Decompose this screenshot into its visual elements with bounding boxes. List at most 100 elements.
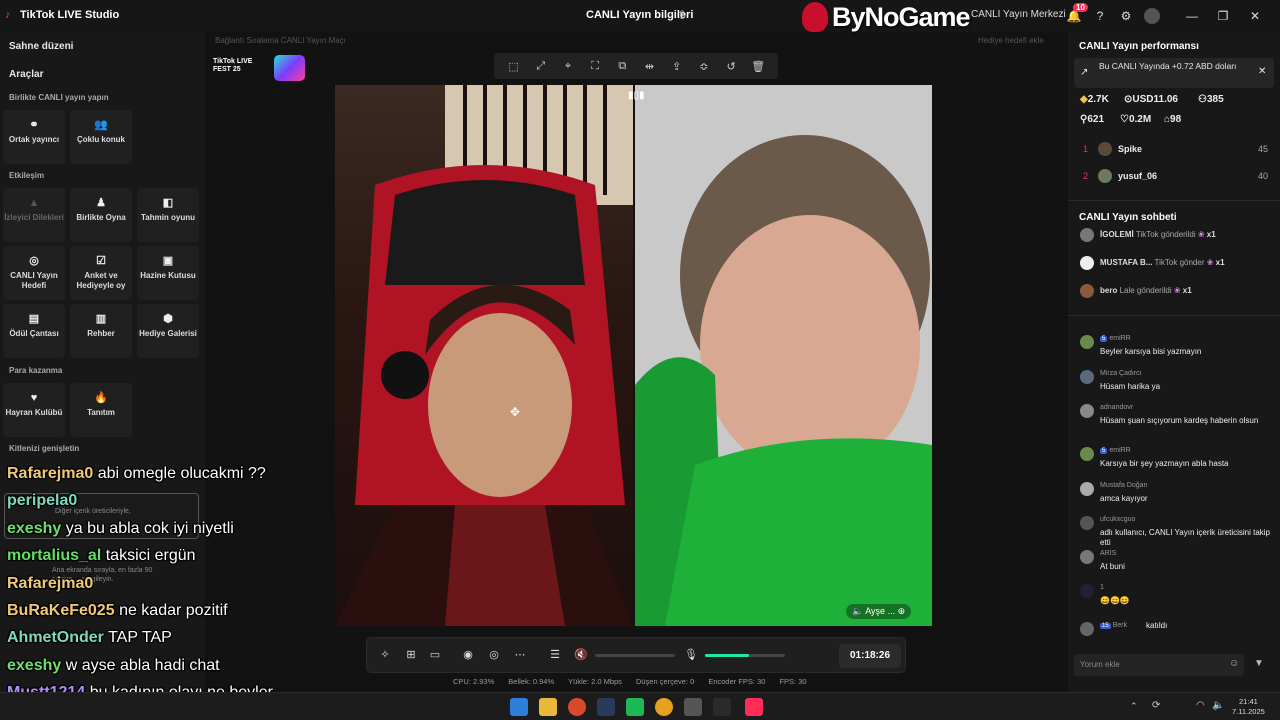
mute-speaker-icon[interactable]: 🔇 (573, 648, 589, 661)
flip-icon[interactable]: ⇹ (642, 60, 658, 73)
close-icon[interactable]: ✕ (1247, 8, 1263, 24)
help-icon[interactable]: ? (1092, 8, 1108, 24)
add-source-icon[interactable]: ⊞ (403, 648, 419, 661)
guest-video[interactable] (635, 85, 932, 626)
app-icon[interactable] (568, 698, 586, 716)
close-icon[interactable]: ✕ (1258, 66, 1266, 77)
clock[interactable]: 21:41 7.11.2025 (1232, 697, 1265, 717)
chat-username[interactable]: 5 emiRR (1100, 335, 1131, 342)
gift-sender[interactable]: İGOLEMİ (1100, 230, 1134, 239)
tile-co-host[interactable]: ⚭ Ortak yayıncı (3, 110, 65, 164)
file-explorer-icon[interactable] (539, 698, 557, 716)
tile-fan-club[interactable]: ♥ Hayran Kulübü (3, 383, 65, 437)
filter-icon[interactable]: ▼ (1254, 658, 1264, 669)
chat-username[interactable]: 1 (1100, 584, 1104, 591)
trash-icon[interactable]: 🗑 (750, 60, 766, 73)
layer-up-icon[interactable]: ⇪ (669, 60, 685, 73)
avatar (1080, 447, 1094, 461)
gift-text: TikTok gönderildi (1135, 230, 1196, 239)
minimize-icon[interactable]: — (1184, 8, 1200, 24)
scene-layout-heading[interactable]: Sahne düzeni (9, 41, 73, 52)
guest-name-label[interactable]: 🔈 Ayşe ... ⊕ (846, 604, 912, 619)
people-icon: 👥 (94, 119, 108, 131)
tile-promote[interactable]: 🔥 Tanıtım (70, 383, 132, 437)
windows-start-icon[interactable] (510, 698, 528, 716)
tile-live-goal[interactable]: ◎ CANLI Yayın Hedefi (3, 246, 65, 300)
effects-icon[interactable]: ✧ (377, 648, 393, 661)
tile-prediction[interactable]: ◧ Tahmin oyunu (137, 188, 199, 242)
rank-1-name[interactable]: Spike (1118, 144, 1142, 154)
rank-2-name[interactable]: yusuf_06 (1118, 171, 1157, 181)
tiktok-live-icon[interactable] (745, 698, 763, 716)
chat-username[interactable]: adnandovr (1100, 404, 1133, 411)
host-video[interactable] (335, 85, 633, 626)
chat-username[interactable]: 5 emiRR (1100, 447, 1131, 454)
tile-reward-bag[interactable]: ▤ Ödül Çantası (3, 304, 65, 358)
tile-guide[interactable]: ▥ Rehber (70, 304, 132, 358)
fit-icon[interactable]: ⤢ (533, 60, 549, 73)
avatar (1080, 404, 1094, 418)
chat-username[interactable]: 15 Berk (1100, 622, 1127, 629)
tile-treasure-box[interactable]: ▣ Hazine Kutusu (137, 246, 199, 300)
app-title: TikTok LIVE Studio (20, 9, 120, 21)
expand-section: Kitlenizi genişletin (9, 444, 80, 453)
tile-poll[interactable]: ☑ Anket ve Hediyeyle oy (70, 246, 132, 300)
gear-icon[interactable]: ⚙ (1118, 8, 1134, 24)
chat-username[interactable]: ufcukxcguo (1100, 516, 1135, 523)
add-gift-goal[interactable]: Hediye hedefi ekle (978, 36, 1044, 45)
wifi-icon[interactable]: ◠ (1196, 700, 1205, 711)
steam-icon[interactable] (597, 698, 615, 716)
copy-icon[interactable]: ⧉ (614, 60, 630, 73)
stat-value: 385 (1206, 94, 1224, 105)
gift-sender[interactable]: bero (1100, 286, 1117, 295)
chevron-up-icon[interactable]: ⌃ (1130, 701, 1138, 712)
chat-username[interactable]: Mirza Çadırcı (1100, 370, 1142, 377)
bynogame-logo-icon (802, 2, 828, 32)
chat-username-text: emiRR (1109, 335, 1131, 342)
perf-title: CANLI Yayın performansı (1079, 41, 1199, 52)
undo-icon[interactable]: ↺ (723, 60, 739, 73)
stat-followers: ⚲621 (1080, 114, 1104, 125)
chat-username-text: Berk (1112, 622, 1128, 629)
tile-gift-gallery[interactable]: ⬢ Hediye Galerisi (137, 304, 199, 358)
chat-username[interactable]: Mustafa Doğan (1100, 482, 1147, 489)
settings-sliders-icon[interactable]: ☰ (547, 648, 563, 661)
trend-icon: ↗ (1080, 67, 1089, 78)
volume-icon[interactable]: 🔈 (1212, 700, 1224, 711)
mic-icon[interactable]: 🎙 (683, 648, 699, 661)
chat-message: Hüsam şuan sıçıyorum kardeş haberin olsu… (1100, 416, 1259, 425)
center-icon[interactable]: ⌖ (560, 60, 576, 73)
sync-icon[interactable]: ⟳ (1152, 700, 1160, 711)
camera-icon[interactable]: ◎ (486, 648, 502, 661)
share-icon[interactable]: ⇪ (677, 8, 687, 22)
app-icon[interactable] (713, 698, 731, 716)
crop-icon[interactable]: ⛶ (587, 60, 603, 73)
flame-icon: 🔥 (94, 392, 108, 404)
live-center-link[interactable]: CANLI Yayın Merkezi (971, 9, 1066, 20)
more-icon[interactable]: ⋯ (512, 648, 528, 661)
select-icon[interactable]: ⬚ (506, 60, 522, 73)
tile-multi-guest[interactable]: 👥 Çoklu konuk (70, 110, 132, 164)
chrome-icon[interactable] (655, 698, 673, 716)
tile-play-together[interactable]: ♟ Birlikte Oyna (70, 188, 132, 242)
perf-banner-text: Bu CANLI Yayında +0.72 ABD doları (1099, 61, 1237, 71)
app-icon[interactable] (626, 698, 644, 716)
stage-tabs[interactable]: Bağlantı Sıralama CANLI Yayın Maçı (215, 36, 346, 45)
chat-username-text: adnandovr (1100, 404, 1134, 411)
chat-username[interactable]: ARİS (1100, 550, 1116, 557)
layers-icon[interactable]: ≎ (696, 60, 712, 73)
screen-icon[interactable]: ▭ (427, 648, 443, 661)
record-icon[interactable]: ◉ (460, 648, 476, 661)
maximize-icon[interactable]: ❐ (1215, 8, 1231, 24)
volume-slider[interactable] (595, 654, 675, 657)
tile-viewer-wishes[interactable]: ▲ İzleyici Dilekleri (3, 188, 65, 242)
tools-heading: Araçlar (9, 69, 44, 80)
overlay-chat-row: peripela0 (7, 492, 77, 510)
camera-app-icon[interactable] (684, 698, 702, 716)
mic-slider[interactable] (705, 654, 785, 657)
gift-sender[interactable]: MUSTAFA B... (1100, 258, 1152, 267)
emoji-icon[interactable]: ☺ (1229, 658, 1239, 669)
comment-input[interactable]: Yorum ekle (1074, 654, 1244, 676)
avatar[interactable] (1144, 8, 1160, 24)
level-badge: 5 (1100, 336, 1108, 342)
